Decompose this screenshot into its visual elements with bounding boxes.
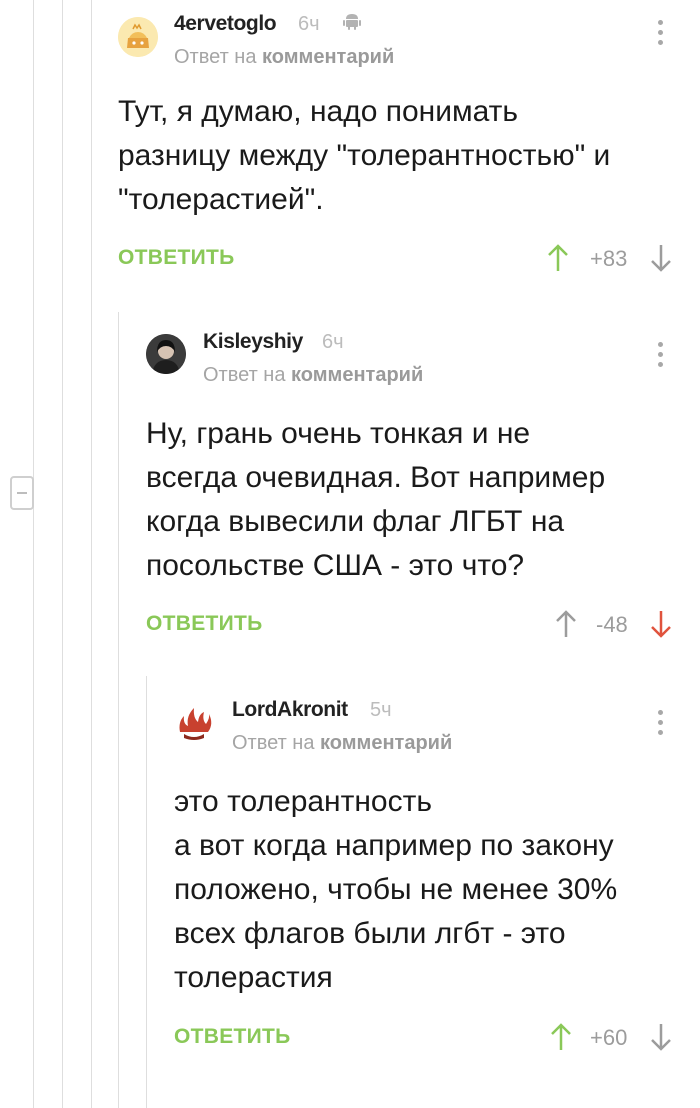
reply-button[interactable]: ОТВЕТИТЬ [174, 1025, 291, 1049]
thread-line [146, 676, 147, 1108]
avatar[interactable] [174, 702, 214, 742]
upvote-arrow-icon[interactable] [547, 244, 569, 272]
minus-icon [17, 492, 27, 494]
downvote-arrow-icon[interactable] [650, 244, 672, 272]
downvote-arrow-icon[interactable] [650, 610, 672, 638]
reply-to-prefix: Ответ на [174, 46, 257, 68]
more-menu-icon[interactable] [658, 342, 664, 372]
rating-value: +83 [590, 246, 628, 271]
more-menu-icon[interactable] [658, 20, 664, 50]
upvote-arrow-icon[interactable] [555, 610, 577, 638]
rating-value: -48 [596, 612, 628, 637]
thread-line [118, 312, 119, 1108]
android-icon [343, 14, 361, 30]
comment-time: 6ч [298, 13, 320, 35]
reply-to-label: Ответ на комментарий [203, 364, 423, 387]
reply-to-prefix: Ответ на [232, 732, 315, 754]
reply-button[interactable]: ОТВЕТИТЬ [146, 612, 263, 636]
reply-to-link[interactable]: комментарий [320, 732, 452, 754]
downvote-arrow-icon[interactable] [650, 1023, 672, 1051]
avatar[interactable] [146, 334, 186, 374]
reply-button[interactable]: ОТВЕТИТЬ [118, 246, 235, 270]
reply-to-label: Ответ на комментарий [174, 46, 394, 69]
thread-line [33, 0, 34, 1108]
avatar[interactable] [118, 17, 158, 57]
collapse-thread-button[interactable] [10, 476, 34, 510]
comment-time: 5ч [370, 699, 392, 721]
comment-text: это толерантность а вот когда например п… [174, 785, 618, 994]
username[interactable]: Kisleyshiy [203, 330, 303, 354]
comment-text: Ну, грань очень тонкая и не всегда очеви… [146, 417, 606, 582]
reply-to-label: Ответ на комментарий [232, 732, 452, 755]
rating-value: +60 [590, 1025, 628, 1050]
thread-line [62, 0, 63, 1108]
upvote-arrow-icon[interactable] [550, 1023, 572, 1051]
username[interactable]: 4ervetoglo [174, 12, 277, 36]
more-menu-icon[interactable] [658, 710, 664, 740]
reply-to-link[interactable]: комментарий [291, 364, 423, 386]
reply-to-link[interactable]: комментарий [262, 46, 394, 68]
comment-time: 6ч [322, 331, 344, 353]
username[interactable]: LordAkronit [232, 698, 348, 722]
comment-text: Тут, я думаю, надо понимать разницу межд… [118, 95, 611, 216]
thread-line [91, 0, 92, 1108]
reply-to-prefix: Ответ на [203, 364, 286, 386]
